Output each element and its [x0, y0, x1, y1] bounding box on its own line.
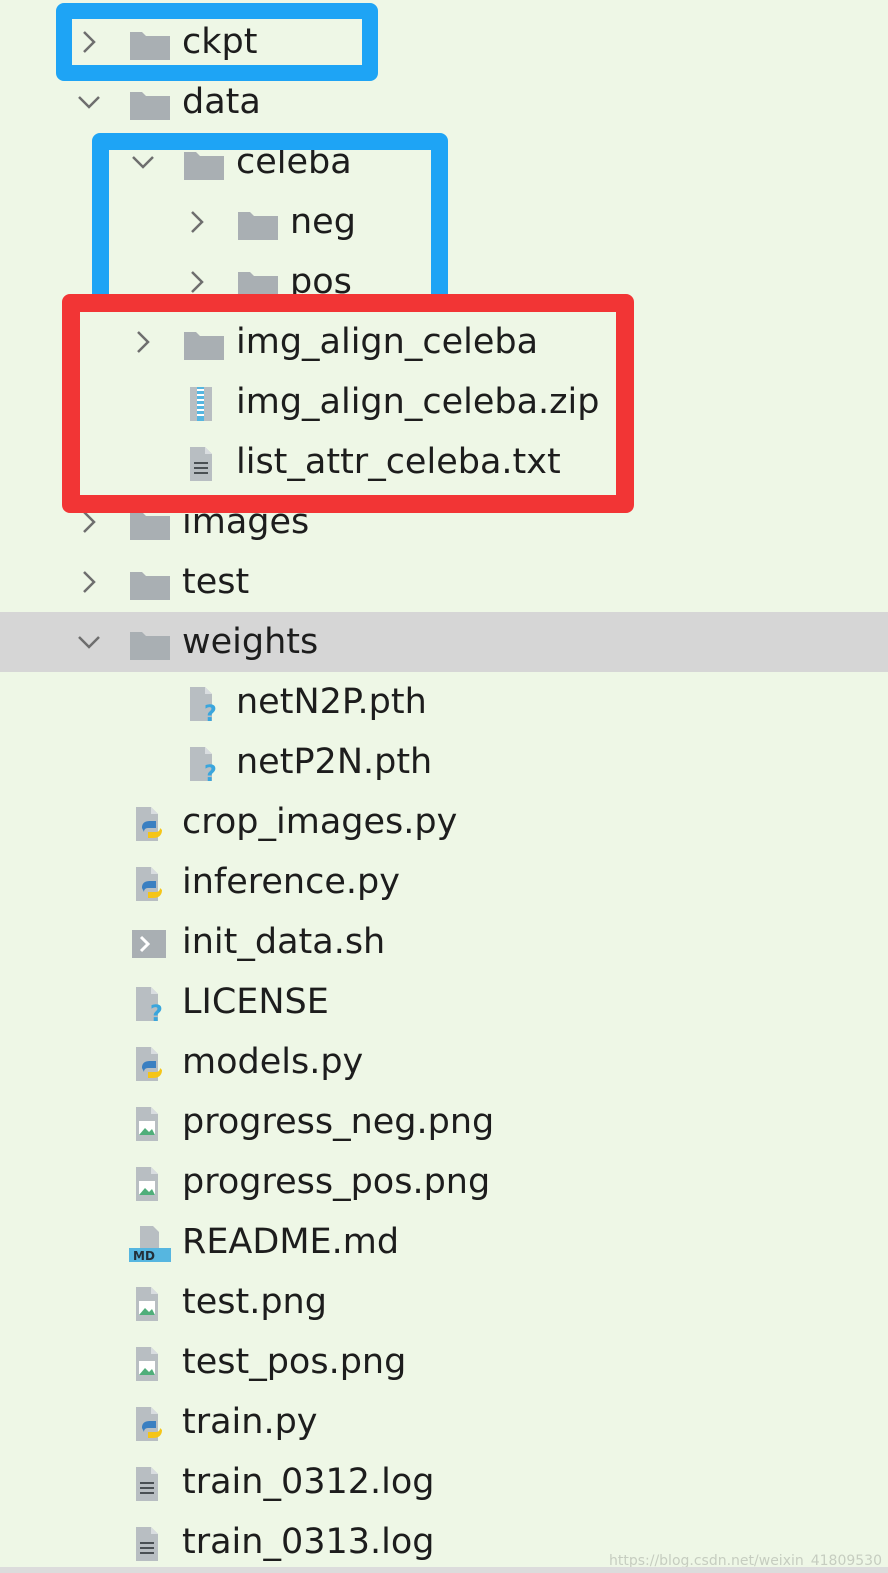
python-file-icon — [128, 806, 172, 842]
tree-item-crop-images-py[interactable]: crop_images.py — [0, 792, 888, 852]
image-file-icon — [128, 1106, 172, 1142]
tree-item-netp2n-pth[interactable]: ? netP2N.pth — [0, 732, 888, 792]
tree-item-ckpt[interactable]: ckpt — [0, 12, 888, 72]
tree-item-netn2p-pth[interactable]: ? netN2P.pth — [0, 672, 888, 732]
tree-item-progress-pos-png[interactable]: progress_pos.png — [0, 1152, 888, 1212]
tree-item-data[interactable]: data — [0, 72, 888, 132]
chevron-right-icon[interactable] — [76, 29, 102, 55]
python-file-icon — [128, 1046, 172, 1082]
tree-item-test-png[interactable]: test.png — [0, 1272, 888, 1332]
folder-icon — [236, 266, 280, 302]
tree-item-label: init_data.sh — [182, 922, 386, 962]
tree-item-label: list_attr_celeba.txt — [236, 442, 561, 482]
tree-item-label: netP2N.pth — [236, 742, 433, 782]
tree-item-label: test — [182, 562, 250, 602]
folder-icon — [128, 626, 172, 662]
folder-icon — [128, 26, 172, 62]
text-file-icon — [128, 1526, 172, 1562]
tree-item-label: train_0312.log — [182, 1462, 435, 1502]
tree-item-label: pos — [290, 262, 352, 302]
folder-icon — [128, 86, 172, 122]
tree-item-inference-py[interactable]: inference.py — [0, 852, 888, 912]
tree-item-label: progress_pos.png — [182, 1162, 491, 1202]
svg-text:?: ? — [204, 762, 217, 782]
tree-item-label: train_0313.log — [182, 1522, 435, 1562]
tree-item-pos[interactable]: pos — [0, 252, 888, 312]
chevron-right-icon[interactable] — [184, 209, 210, 235]
tree-item-label: test.png — [182, 1282, 327, 1322]
image-file-icon — [128, 1166, 172, 1202]
tree-item-readme-md[interactable]: MD README.md — [0, 1212, 888, 1272]
window-bottom-edge — [0, 1567, 888, 1573]
chevron-right-icon[interactable] — [76, 509, 102, 535]
tree-item-label: test_pos.png — [182, 1342, 407, 1382]
tree-item-label: netN2P.pth — [236, 682, 427, 722]
tree-item-label: img_align_celeba — [236, 322, 539, 362]
tree-item-label: neg — [290, 202, 356, 242]
image-file-icon — [128, 1286, 172, 1322]
chevron-down-icon[interactable] — [76, 629, 102, 655]
tree-item-models-py[interactable]: models.py — [0, 1032, 888, 1092]
folder-icon — [128, 566, 172, 602]
folder-icon — [236, 206, 280, 242]
svg-text:?: ? — [150, 1002, 163, 1022]
chevron-down-icon[interactable] — [76, 89, 102, 115]
shell-script-icon — [128, 926, 172, 962]
tree-item-train-py[interactable]: train.py — [0, 1392, 888, 1452]
tree-item-label: images — [182, 502, 310, 542]
tree-item-list-attr-celeba-txt[interactable]: list_attr_celeba.txt — [0, 432, 888, 492]
tree-item-images[interactable]: images — [0, 492, 888, 552]
tree-item-celeba[interactable]: celeba — [0, 132, 888, 192]
tree-item-label: celeba — [236, 142, 352, 182]
tree-item-label: data — [182, 82, 261, 122]
python-file-icon — [128, 1406, 172, 1442]
unknown-file-icon: ? — [182, 746, 226, 782]
tree-item-init-data-sh[interactable]: init_data.sh — [0, 912, 888, 972]
tree-item-label: img_align_celeba.zip — [236, 382, 600, 422]
svg-text:?: ? — [204, 702, 217, 722]
folder-icon — [182, 326, 226, 362]
folder-icon — [182, 146, 226, 182]
tree-item-img-align-celeba-zip[interactable]: img_align_celeba.zip — [0, 372, 888, 432]
tree-item-label: README.md — [182, 1222, 400, 1262]
svg-text:MD: MD — [133, 1249, 155, 1262]
markdown-file-icon: MD — [128, 1226, 172, 1262]
tree-item-license[interactable]: ? LICENSE — [0, 972, 888, 1032]
image-file-icon — [128, 1346, 172, 1382]
tree-item-label: train.py — [182, 1402, 318, 1442]
tree-item-label: ckpt — [182, 22, 258, 62]
zip-file-icon — [182, 386, 226, 422]
project-file-tree: ckpt data celeba neg pos img_align_celeba img_… — [0, 0, 888, 1573]
unknown-file-icon: ? — [128, 986, 172, 1022]
chevron-right-icon[interactable] — [184, 269, 210, 295]
chevron-right-icon[interactable] — [130, 329, 156, 355]
tree-item-weights[interactable]: weights — [0, 612, 888, 672]
text-file-icon — [128, 1466, 172, 1502]
tree-item-train-0312-log[interactable]: train_0312.log — [0, 1452, 888, 1512]
text-file-icon — [182, 446, 226, 482]
tree-item-test-pos-png[interactable]: test_pos.png — [0, 1332, 888, 1392]
tree-item-label: inference.py — [182, 862, 400, 902]
chevron-right-icon[interactable] — [76, 569, 102, 595]
tree-item-label: weights — [182, 622, 319, 662]
folder-icon — [128, 506, 172, 542]
tree-item-label: models.py — [182, 1042, 364, 1082]
tree-item-test[interactable]: test — [0, 552, 888, 612]
tree-item-neg[interactable]: neg — [0, 192, 888, 252]
chevron-down-icon[interactable] — [130, 149, 156, 175]
python-file-icon — [128, 866, 172, 902]
unknown-file-icon: ? — [182, 686, 226, 722]
tree-item-label: LICENSE — [182, 982, 329, 1022]
tree-item-label: progress_neg.png — [182, 1102, 495, 1142]
tree-item-label: crop_images.py — [182, 802, 458, 842]
tree-item-progress-neg-png[interactable]: progress_neg.png — [0, 1092, 888, 1152]
tree-item-img-align-celeba[interactable]: img_align_celeba — [0, 312, 888, 372]
